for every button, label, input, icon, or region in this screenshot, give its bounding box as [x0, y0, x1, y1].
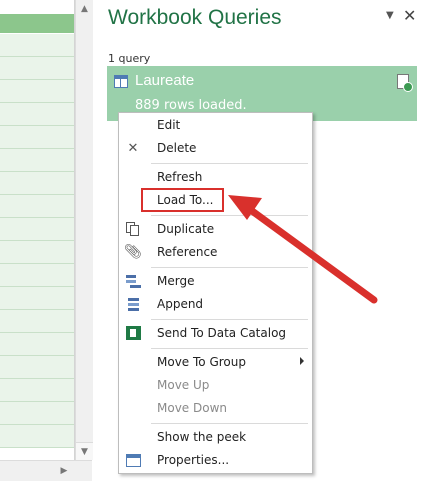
- menu-item-label: Properties...: [157, 453, 230, 467]
- merge-icon: [125, 273, 141, 289]
- submenu-arrow-icon: [300, 357, 304, 365]
- menu-item-label: Reference: [157, 245, 218, 259]
- append-icon: [125, 296, 141, 312]
- worksheet-row: [0, 126, 74, 149]
- menu-item-label: Send To Data Catalog: [157, 326, 287, 340]
- menu-item-edit[interactable]: Edit: [119, 114, 312, 137]
- menu-item-label: Edit: [157, 118, 181, 132]
- pane-title: Workbook Queries: [108, 6, 282, 29]
- worksheet-rows: [0, 34, 74, 448]
- worksheet-row: [0, 241, 74, 264]
- menu-item-merge[interactable]: Merge: [119, 270, 312, 293]
- menu-separator: [151, 319, 308, 320]
- worksheet-area: [0, 0, 75, 480]
- menu-item-label: Append: [157, 297, 204, 311]
- menu-item-move-down[interactable]: Move Down: [119, 397, 312, 420]
- duplicate-icon: [125, 221, 141, 237]
- menu-item-append[interactable]: Append: [119, 293, 312, 316]
- menu-item-properties[interactable]: Properties...: [119, 449, 312, 472]
- menu-item-label: Move Up: [157, 378, 210, 392]
- menu-item-label: Delete: [157, 141, 197, 155]
- query-count: 1 query: [108, 52, 151, 65]
- chevron-down-icon[interactable]: ▼: [386, 10, 394, 21]
- horizontal-scrollbar[interactable]: ▶: [0, 460, 92, 481]
- worksheet-row: [0, 195, 74, 218]
- menu-item-label: Move To Group: [157, 355, 246, 369]
- menu-item-duplicate[interactable]: Duplicate: [119, 218, 312, 241]
- menu-item-send-to-data-catalog[interactable]: Send To Data Catalog: [119, 322, 312, 345]
- vertical-scrollbar[interactable]: ▲ ▼: [75, 0, 93, 460]
- menu-separator: [151, 348, 308, 349]
- menu-item-move-up[interactable]: Move Up: [119, 374, 312, 397]
- scroll-down-icon[interactable]: ▼: [76, 442, 93, 460]
- close-icon[interactable]: ✕: [403, 6, 416, 25]
- menu-item-label: Duplicate: [157, 222, 215, 236]
- properties-icon: [125, 452, 141, 468]
- menu-item-label: Move Down: [157, 401, 227, 415]
- menu-item-label: Refresh: [157, 170, 203, 184]
- worksheet-row: [0, 264, 74, 287]
- annotation-highlight-box: [141, 188, 224, 212]
- worksheet-header-band: [0, 14, 74, 33]
- worksheet-row: [0, 80, 74, 103]
- menu-separator: [151, 267, 308, 268]
- table-icon: [114, 75, 128, 88]
- worksheet-row: [0, 379, 74, 402]
- x-icon: ✕: [127, 140, 139, 156]
- menu-separator: [151, 423, 308, 424]
- query-name: Laureate: [135, 72, 195, 89]
- menu-separator: [151, 163, 308, 164]
- worksheet-row: [0, 333, 74, 356]
- worksheet-row: [0, 218, 74, 241]
- worksheet-row: [0, 103, 74, 126]
- query-status: 889 rows loaded.: [135, 98, 247, 113]
- menu-item-delete[interactable]: ✕ Delete: [119, 137, 312, 160]
- worksheet-row: [0, 310, 74, 333]
- worksheet-row: [0, 34, 74, 57]
- worksheet-row: [0, 356, 74, 379]
- menu-item-move-to-group[interactable]: Move To Group: [119, 351, 312, 374]
- worksheet-row: [0, 149, 74, 172]
- menu-item-label: Merge: [157, 274, 195, 288]
- menu-item-show-the-peek[interactable]: Show the peek: [119, 426, 312, 449]
- scroll-right-icon[interactable]: ▶: [56, 463, 72, 479]
- scroll-up-icon[interactable]: ▲: [76, 0, 93, 17]
- worksheet-row: [0, 402, 74, 425]
- refresh-icon[interactable]: [397, 74, 413, 92]
- menu-separator: [151, 215, 308, 216]
- data-catalog-icon: [125, 325, 141, 341]
- worksheet-row: [0, 172, 74, 195]
- worksheet-row: [0, 57, 74, 80]
- paperclip-icon: 📎︎: [124, 244, 142, 260]
- worksheet-row: [0, 287, 74, 310]
- worksheet-row: [0, 425, 74, 448]
- menu-item-label: Show the peek: [157, 430, 247, 444]
- menu-item-reference[interactable]: 📎︎ Reference: [119, 241, 312, 264]
- worksheet-header: [0, 0, 74, 34]
- context-menu: Edit ✕ Delete Refresh Load To... Duplica…: [118, 112, 313, 474]
- menu-item-refresh[interactable]: Refresh: [119, 166, 312, 189]
